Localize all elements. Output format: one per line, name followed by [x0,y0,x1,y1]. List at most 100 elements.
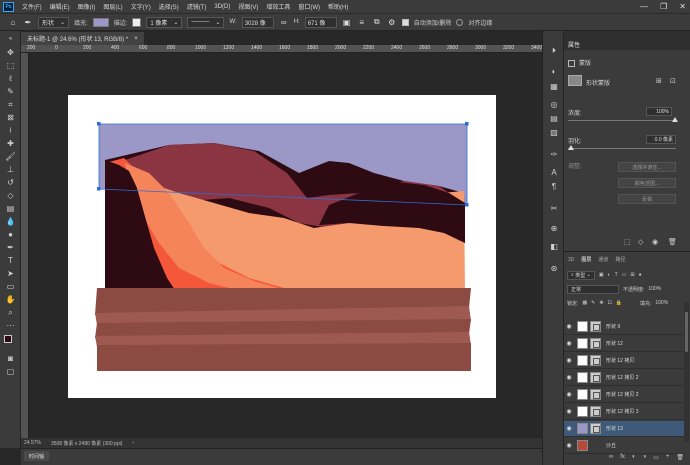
lock-position-icon[interactable]: ✥ [599,300,603,306]
height-field[interactable]: 671 像 [304,16,337,28]
clone-source-panel-icon[interactable]: ◧ [548,241,560,252]
screen-mode-icon[interactable]: ▢ [5,366,16,377]
layer-row[interactable]: ◉ 形状 12 拷贝 2 [564,387,684,403]
width-field[interactable]: 3028 像 [241,16,274,28]
lasso-tool-icon[interactable]: ℓ [5,73,16,84]
link-layers-icon[interactable]: ∞ [609,454,613,460]
vector-mask-thumbnail[interactable] [568,75,582,86]
eye-icon[interactable]: ◉ [564,340,574,347]
menu-plugins[interactable]: 增效工具 [262,2,294,11]
eraser-tool-icon[interactable]: ◇ [5,190,16,201]
invert-button[interactable]: 反相 [618,194,676,204]
layer-row-selected[interactable]: ◉ 形状 13 [564,421,684,437]
add-mask-icon[interactable]: ◐ [632,454,636,460]
menu-window[interactable]: 窗口(W) [294,2,324,11]
restore-button[interactable]: ❐ [660,2,667,11]
history-panel-icon[interactable]: ⏵ [548,45,560,56]
toggle-mask-icon[interactable]: ◉ [652,238,658,246]
lock-paint-icon[interactable]: ✎ [591,300,595,306]
eye-icon[interactable]: ◉ [564,425,574,432]
status-menu-arrow[interactable]: › [132,440,134,446]
add-style-icon[interactable]: fx [620,454,625,460]
eye-icon[interactable]: ◉ [564,357,574,364]
quick-select-tool-icon[interactable]: ✎ [5,86,16,97]
lock-all-icon[interactable]: 🔒 [616,300,622,306]
menu-image[interactable]: 图像(I) [74,2,100,11]
libraries-panel-icon[interactable]: ▤ [548,113,560,124]
path-alignment-icon[interactable]: ≡ [357,17,367,27]
character-panel-icon[interactable]: A [548,167,560,178]
menu-layer[interactable]: 图层(L) [99,2,126,11]
crop-tool-icon[interactable]: ⌗ [5,99,16,110]
layers-scrollbar[interactable] [684,302,689,442]
filter-toggle-icon[interactable]: ● [639,272,642,278]
eye-icon[interactable]: ◉ [564,374,574,381]
new-group-icon[interactable]: ▭ [653,454,659,461]
gear-icon[interactable]: ⚙ [387,17,397,27]
lock-artboard-icon[interactable]: ⊡ [608,300,612,306]
density-slider-handle[interactable] [672,117,678,122]
photoshop-logo[interactable]: Ps [3,1,14,12]
density-slider[interactable] [568,120,676,121]
zoom-tool-icon[interactable]: ⌕ [5,307,16,318]
document-tab[interactable]: 未标题-1 @ 24.6% (形状 13, RGB/8) * × [21,32,144,45]
blend-mode-select[interactable]: 正常 [567,284,619,294]
layers-scrollbar-thumb[interactable] [685,312,688,352]
brushes-panel-icon[interactable]: ⊕ [548,223,560,234]
menu-type[interactable]: 文字(Y) [127,2,155,11]
close-window-button[interactable]: ✕ [679,2,686,11]
zoom-level[interactable]: 24.57% [24,440,41,446]
navigator-panel-icon[interactable]: ⊛ [548,263,560,274]
clone-stamp-icon[interactable]: ⊥ [5,164,16,175]
eye-icon[interactable]: ◉ [564,391,574,398]
feather-slider[interactable] [568,148,676,149]
eyedropper-tool-icon[interactable]: ⍿ [5,125,16,136]
path-select-tool-icon[interactable]: ➤ [5,268,16,279]
filter-smart-icon[interactable]: ⊞ [630,272,634,278]
tab-3d[interactable]: 3D [568,257,574,263]
tab-paths[interactable]: 路径 [615,256,625,263]
menu-help[interactable]: 帮助(H) [324,2,352,11]
healing-brush-icon[interactable]: ✚ [5,138,16,149]
menu-select[interactable]: 选择(S) [155,2,183,11]
select-and-mask-button[interactable]: 选择并遮住... [618,162,676,172]
tab-layers[interactable]: 图层 [581,256,591,263]
stroke-color-swatch[interactable] [132,17,142,27]
eye-icon[interactable]: ◉ [564,323,574,330]
paragraph-panel-icon[interactable]: ¶ [548,181,560,192]
feather-slider-handle[interactable] [568,145,574,150]
swatches-panel-icon[interactable]: ▦ [548,81,560,92]
apply-mask-icon[interactable]: ◇ [638,238,643,246]
add-vector-mask-icon[interactable]: ⊡ [670,77,676,85]
hand-tool-icon[interactable]: ✋ [5,294,16,305]
filter-pixel-icon[interactable]: ▣ [599,272,604,278]
artwork[interactable] [29,53,542,438]
layer-row[interactable]: ◉ 形状 12 [564,336,684,352]
color-range-button[interactable]: 颜色范围... [618,178,676,188]
type-tool-icon[interactable]: T [5,255,16,266]
move-tool-icon[interactable]: ✥ [5,47,16,58]
menu-filter[interactable]: 滤镜(T) [183,2,211,11]
eye-icon[interactable]: ◉ [564,408,574,415]
tab-channels[interactable]: 通道 [598,256,608,263]
gradient-tool-icon[interactable]: ▤ [5,203,16,214]
home-icon[interactable]: ⌂ [8,17,18,27]
density-field[interactable]: 100% [646,107,672,116]
layer-row[interactable]: ◉ 形状 12 拷贝 [564,353,684,369]
delete-mask-icon[interactable]: 🗑 [668,238,677,246]
pen-tool-icon[interactable]: ✒ [5,242,16,253]
auto-add-delete-checkbox[interactable] [401,18,409,26]
path-operations-icon[interactable]: ▣ [342,17,352,27]
styles-panel-icon[interactable]: ✑ [548,149,560,160]
feather-field[interactable]: 0.0 像素 [646,135,676,144]
more-tools-icon[interactable]: ⋯ [5,320,16,331]
shape-tool-icon[interactable]: ▭ [5,281,16,292]
eye-icon[interactable]: ◉ [564,442,574,449]
load-selection-icon[interactable]: ⬚ [624,238,631,246]
color-panel-icon[interactable]: ◐ [548,66,560,77]
layer-filter-select[interactable]: ⌕ 类型 ⌄ [567,270,595,280]
add-pixel-mask-icon[interactable]: ⊞ [656,77,662,85]
fill-color-swatch[interactable] [92,17,109,27]
quick-mask-icon[interactable]: ◙ [5,353,16,364]
toolbar-collapse-icon[interactable]: « [5,34,16,45]
